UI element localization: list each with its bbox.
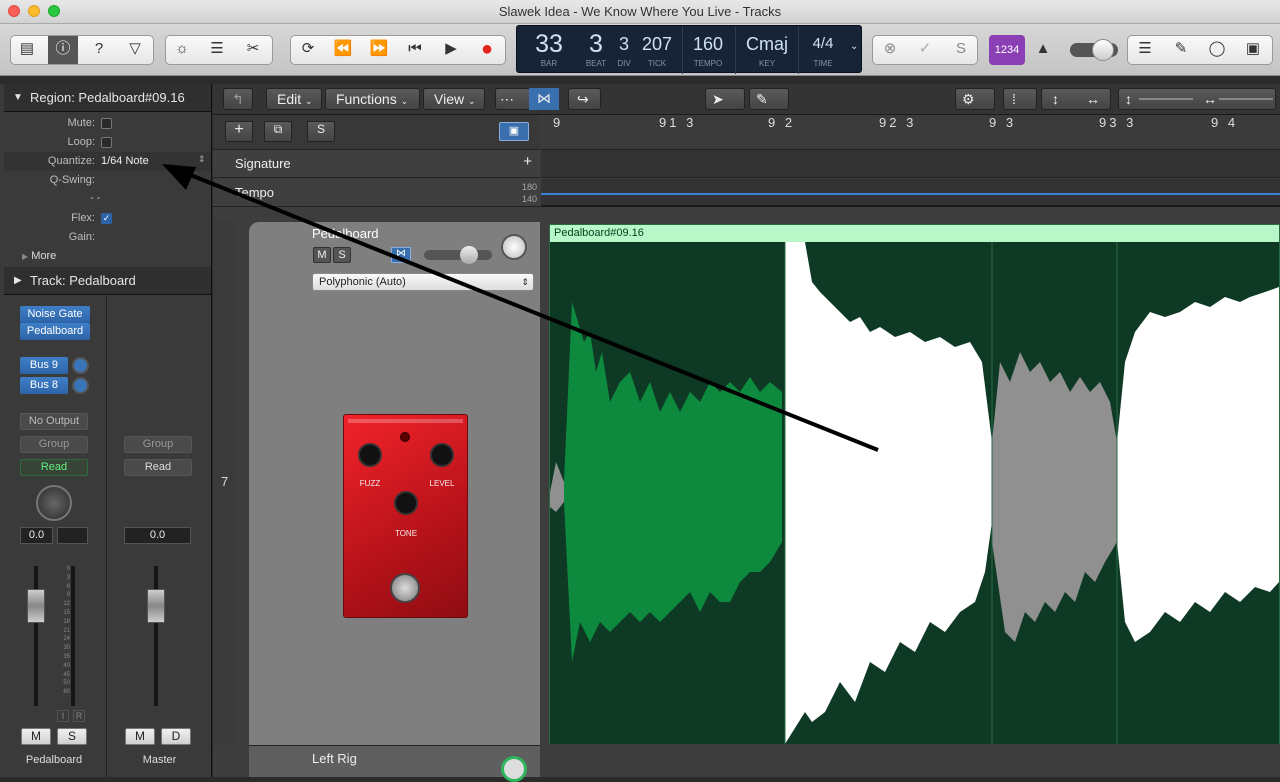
arrow-shaft [177,168,879,452]
annotation-arrow-icon [162,164,879,452]
arrow-head [162,164,196,190]
